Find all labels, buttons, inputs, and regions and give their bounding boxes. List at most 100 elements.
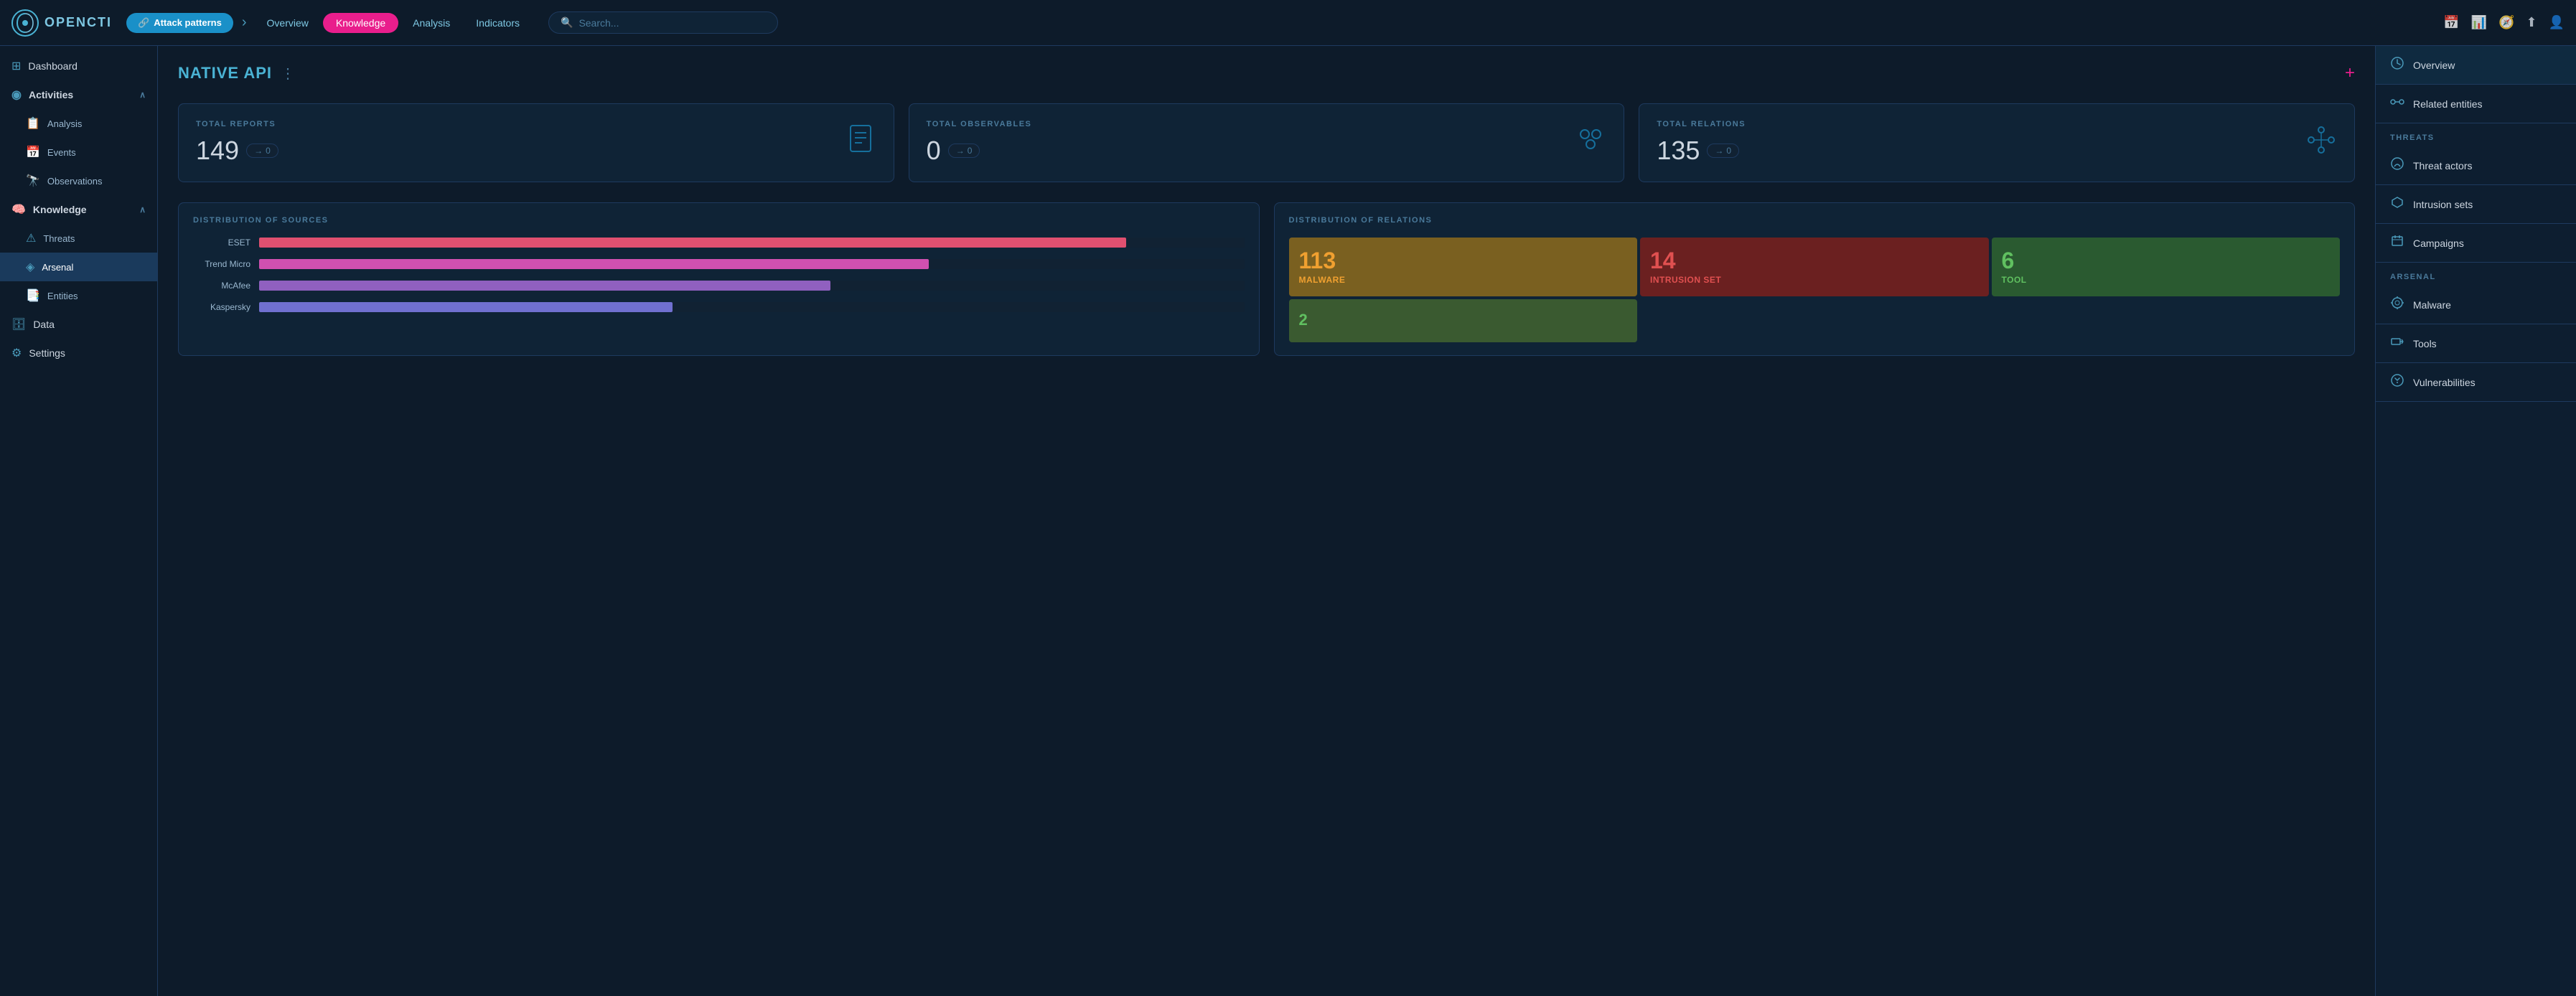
bar-track-mcafee — [259, 281, 1245, 291]
stat-badge-reports: → 0 — [246, 144, 278, 158]
tab-analysis[interactable]: Analysis — [401, 13, 462, 33]
add-icon[interactable]: + — [2345, 63, 2355, 83]
calendar-icon[interactable]: 📅 — [2443, 15, 2459, 30]
rel-label-intrusion: Intrusion Set — [1650, 275, 1721, 285]
right-panel-item-related[interactable]: Related entities — [2376, 85, 2576, 123]
dist-card-sources: DISTRIBUTION OF SOURCES ESET Trend Micro — [178, 202, 1260, 356]
right-section-threats-header: Threats — [2376, 123, 2576, 146]
bar-row-mcafee: McAfee — [193, 281, 1245, 291]
rel-label-tool: Tool — [2002, 275, 2027, 285]
right-panel-item-tools[interactable]: Tools — [2376, 324, 2576, 363]
rel-cell-small: 2 — [1289, 299, 1638, 342]
threat-actors-icon — [2390, 156, 2404, 174]
sidebar-item-data[interactable]: 🗄 Data — [0, 310, 157, 339]
main-content: NATIVE API ⋮ + TOTAL REPORTS 149 → 0 — [158, 46, 2375, 996]
bar-track-trendmicro — [259, 259, 1245, 269]
stat-value-observables: 0 — [927, 136, 941, 166]
right-panel-item-threat-actors[interactable]: Threat actors — [2376, 146, 2576, 185]
stat-value-row-relations: 135 → 0 — [1657, 136, 1746, 166]
right-panel-item-malware[interactable]: Malware — [2376, 286, 2576, 324]
topnav-actions: 📅 📊 🧭 ⬆ 👤 — [2443, 15, 2565, 30]
sidebar-item-events[interactable]: 📅 Events — [0, 138, 157, 166]
entities-icon: 📑 — [26, 288, 40, 303]
rel-value-malware: 113 — [1299, 249, 1336, 272]
threats-icon: ⚠ — [26, 231, 36, 245]
badge-value: 0 — [266, 146, 271, 156]
right-panel-item-vulnerabilities[interactable]: Vulnerabilities — [2376, 363, 2576, 402]
rel-value-tool: 6 — [2002, 249, 2015, 272]
rel-value-intrusion: 14 — [1650, 249, 1676, 272]
breadcrumb-button[interactable]: 🔗 Attack patterns — [126, 13, 233, 33]
stat-value-row-observables: 0 → 0 — [927, 136, 1032, 166]
sidebar-item-dashboard[interactable]: ⊞ Dashboard — [0, 52, 157, 80]
right-panel-item-campaigns[interactable]: Campaigns — [2376, 224, 2576, 263]
bar-label-mcafee: McAfee — [193, 281, 250, 291]
related-panel-icon — [2390, 95, 2404, 113]
intrusion-sets-icon — [2390, 195, 2404, 213]
search-bar[interactable]: 🔍 — [548, 11, 778, 34]
sidebar-item-knowledge[interactable]: 🧠 Knowledge ∧ — [0, 195, 157, 224]
right-panel-label-intrusion-sets: Intrusion sets — [2413, 199, 2473, 210]
top-navigation: OPENCTI 🔗 Attack patterns › Overview Kno… — [0, 0, 2576, 46]
arrow-icon2: → — [956, 146, 965, 156]
stats-row: TOTAL REPORTS 149 → 0 — [178, 103, 2355, 182]
chart-icon[interactable]: 📊 — [2471, 15, 2487, 30]
sidebar-item-arsenal[interactable]: ◈ Arsenal — [0, 253, 157, 281]
nav-tabs: Overview Knowledge Analysis Indicators — [256, 13, 531, 33]
events-icon: 📅 — [26, 145, 40, 159]
sidebar-item-threats[interactable]: ⚠ Threats — [0, 224, 157, 253]
stat-value-relations: 135 — [1657, 136, 1700, 166]
right-panel-item-intrusion-sets[interactable]: Intrusion sets — [2376, 185, 2576, 224]
bar-row-kaspersky: Kaspersky — [193, 302, 1245, 312]
rel-cell-tool: 6 Tool — [1992, 238, 2341, 296]
bar-row-eset: ESET — [193, 238, 1245, 248]
bar-track-kaspersky — [259, 302, 1245, 312]
sidebar-item-label: Analysis — [47, 118, 82, 129]
sidebar-item-label: Entities — [47, 291, 78, 301]
user-icon[interactable]: 👤 — [2549, 15, 2565, 30]
bar-track-eset — [259, 238, 1245, 248]
sidebar-item-analysis[interactable]: 📋 Analysis — [0, 109, 157, 138]
right-panel-label-related: Related entities — [2413, 98, 2483, 110]
sidebar-item-label: Activities — [29, 89, 73, 100]
search-icon: 🔍 — [561, 17, 573, 29]
more-options-icon[interactable]: ⋮ — [281, 65, 295, 83]
bar-fill-eset — [259, 238, 1126, 248]
chevron-right-icon: › — [242, 14, 247, 31]
sidebar-item-label: Knowledge — [33, 204, 87, 215]
sidebar-item-label: Observations — [47, 176, 103, 187]
chevron-up-icon: ∧ — [139, 90, 146, 100]
tab-indicators[interactable]: Indicators — [464, 13, 531, 33]
sidebar-item-observations[interactable]: 🔭 Observations — [0, 166, 157, 195]
compass-icon[interactable]: 🧭 — [2498, 15, 2514, 30]
relations-grid: 113 Malware 14 Intrusion Set 6 Tool 2 — [1289, 238, 2341, 342]
stat-card-left-reports: TOTAL REPORTS 149 → 0 — [196, 120, 278, 166]
upload-icon[interactable]: ⬆ — [2526, 15, 2537, 30]
stat-value-row-reports: 149 → 0 — [196, 136, 278, 166]
right-panel-item-overview[interactable]: Overview — [2376, 46, 2576, 85]
sidebar-item-entities[interactable]: 📑 Entities — [0, 281, 157, 310]
tab-overview[interactable]: Overview — [256, 13, 320, 33]
right-panel-label-vulnerabilities: Vulnerabilities — [2413, 377, 2476, 388]
right-section-arsenal-header: Arsenal — [2376, 263, 2576, 286]
breadcrumb-icon: 🔗 — [138, 17, 149, 29]
stat-card-left-relations: TOTAL RELATIONS 135 → 0 — [1657, 120, 1746, 166]
breadcrumb-label: Attack patterns — [154, 17, 222, 28]
stat-value-reports: 149 — [196, 136, 239, 166]
page-title-row: NATIVE API ⋮ — [178, 64, 295, 83]
bar-label-eset: ESET — [193, 238, 250, 248]
reports-icon — [848, 124, 876, 162]
observations-icon: 🔭 — [26, 174, 40, 188]
right-panel-label-malware: Malware — [2413, 299, 2451, 311]
sidebar-item-settings[interactable]: ⚙ Settings — [0, 339, 157, 367]
right-panel: Overview Related entities Threats Threat… — [2375, 46, 2576, 996]
sidebar-item-activities[interactable]: ◉ Activities ∧ — [0, 80, 157, 109]
page-header: NATIVE API ⋮ + — [178, 63, 2355, 83]
arsenal-icon: ◈ — [26, 260, 34, 274]
bar-label-trendmicro: Trend Micro — [193, 259, 250, 269]
tab-knowledge[interactable]: Knowledge — [323, 13, 398, 33]
sidebar-item-label: Events — [47, 147, 76, 158]
search-input[interactable] — [579, 17, 766, 29]
stat-label-reports: TOTAL REPORTS — [196, 120, 278, 128]
bar-label-kaspersky: Kaspersky — [193, 302, 250, 312]
